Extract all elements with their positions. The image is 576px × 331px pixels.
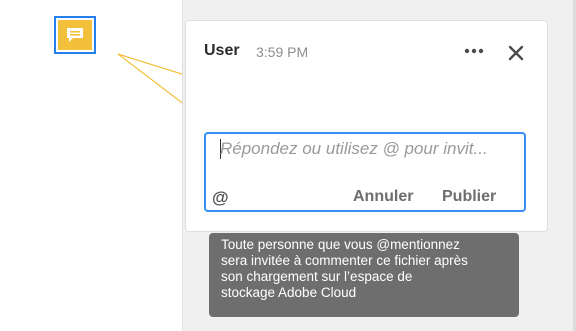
publish-button[interactable]: Publier (442, 188, 496, 206)
annotation-connector (117, 53, 186, 106)
more-horizontal-icon (464, 48, 484, 54)
reply-input[interactable] (220, 138, 520, 160)
close-button[interactable] (504, 41, 528, 65)
more-options-button[interactable] (460, 39, 488, 63)
cancel-button[interactable]: Annuler (353, 188, 413, 206)
sticky-note-annotation[interactable] (54, 16, 96, 54)
sticky-note-icon (67, 28, 83, 42)
comment-card: User 3:59 PM @ Annuler Publier (185, 20, 548, 232)
mention-button[interactable]: @ (212, 188, 229, 208)
close-icon (508, 45, 524, 61)
reply-box: @ Annuler Publier (204, 132, 526, 212)
tooltip-line: son chargement sur l’espace de (221, 269, 413, 284)
comment-time: 3:59 PM (256, 44, 309, 60)
tooltip-line: sera invitée à commenter ce fichier aprè… (221, 253, 468, 268)
tooltip-line: stockage Adobe Cloud (221, 285, 357, 300)
tooltip-line: Toute personne que vous @mentionnez (221, 237, 460, 252)
comment-author: User (204, 42, 240, 59)
mention-tooltip: Toute personne que vous @mentionnez sera… (209, 233, 519, 317)
